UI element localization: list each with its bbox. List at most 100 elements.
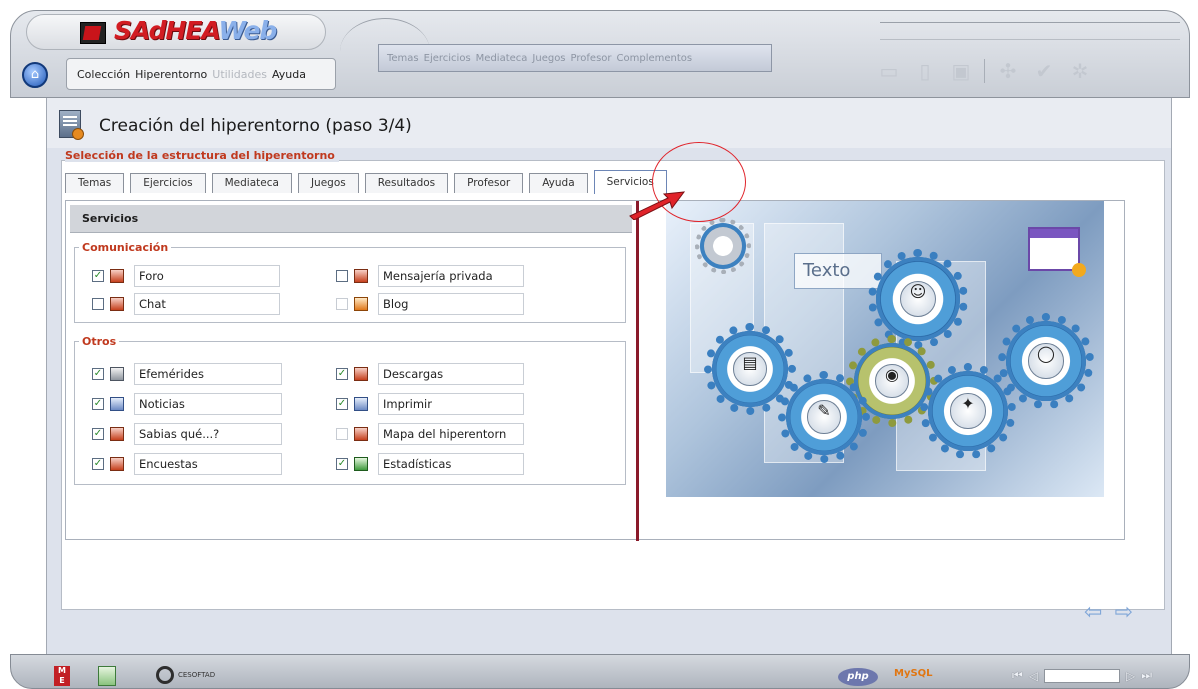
- pager-bar[interactable]: [1044, 668, 1121, 683]
- stats-icon: [354, 457, 368, 471]
- first-page-icon[interactable]: ⏮: [1012, 668, 1023, 683]
- checkbox-mensajeria[interactable]: [336, 270, 348, 282]
- wizard-nav: ⇦ ⇨: [1084, 600, 1133, 625]
- checkbox-noticias[interactable]: ✓: [92, 398, 104, 410]
- tab-resultados[interactable]: Resultados: [364, 173, 449, 193]
- last-page-icon[interactable]: ⏭: [1141, 668, 1152, 683]
- arrow-right-icon[interactable]: ⇨: [1114, 600, 1132, 625]
- download-icon: [354, 367, 368, 381]
- tab-juegos[interactable]: Juegos: [297, 173, 359, 193]
- settings-icon[interactable]: ✣: [991, 55, 1025, 87]
- label-estadisticas: Estadísticas: [378, 453, 524, 475]
- save-icon[interactable]: ▣: [944, 55, 978, 87]
- arrow-left-icon[interactable]: ⇦: [1084, 600, 1102, 625]
- menu-center-complementos: Complementos: [616, 52, 693, 64]
- message-icon: [354, 269, 368, 283]
- forum-icon: [110, 269, 124, 283]
- menu-item-utilidades: Utilidades: [212, 67, 268, 81]
- menu-item-coleccion[interactable]: Colección: [77, 68, 130, 81]
- service-estadisticas: ✓ Estadísticas: [336, 453, 524, 475]
- ring-icon: ◯: [1028, 343, 1064, 379]
- tab-mediateca[interactable]: Mediateca: [211, 173, 292, 193]
- title-bar: Creación del hiperentorno (paso 3/4): [47, 98, 1171, 148]
- wizard-icon: [59, 110, 84, 140]
- tab-ejercicios[interactable]: Ejercicios: [130, 173, 206, 193]
- print-icon: [354, 397, 368, 411]
- next-page-icon[interactable]: ▷: [1126, 669, 1135, 683]
- checkbox-encuestas[interactable]: ✓: [92, 458, 104, 470]
- label-descargas: Descargas: [378, 363, 524, 385]
- mysql-logo: MySQL: [894, 668, 933, 679]
- open-icon[interactable]: ▯: [908, 55, 942, 87]
- menu-item-hiperentorno[interactable]: Hiperentorno: [135, 68, 207, 81]
- structure-menu: Temas Ejercicios Mediateca Juegos Profes…: [378, 44, 772, 72]
- book-icon: ▤: [733, 352, 767, 386]
- checkbox-sabias[interactable]: ✓: [92, 428, 104, 440]
- gear-icon: [695, 218, 751, 274]
- map-icon: [354, 427, 368, 441]
- pane-divider: [636, 201, 639, 541]
- service-mensajeria: Mensajería privada: [336, 265, 524, 287]
- services-illustration: Texto ☺ ▤ ◉ ✎ ✦ ◯: [666, 201, 1104, 497]
- service-foro: ✓ Foro: [92, 265, 280, 287]
- tab-ayuda[interactable]: Ayuda: [529, 173, 588, 193]
- cesoftad-label: CESOFTAD: [178, 671, 216, 679]
- services-heading: Servicios: [70, 205, 632, 233]
- checkbox-descargas[interactable]: ✓: [336, 368, 348, 380]
- config-icon[interactable]: ✲: [1063, 55, 1097, 87]
- checkbox-efemerides[interactable]: ✓: [92, 368, 104, 380]
- checkbox-chat[interactable]: [92, 298, 104, 310]
- top-right-bar: [880, 22, 1180, 40]
- label-chat: Chat: [134, 293, 280, 315]
- checkbox-foro[interactable]: ✓: [92, 270, 104, 282]
- main-area: Creación del hiperentorno (paso 3/4) Sel…: [46, 98, 1172, 654]
- menu-item-ayuda[interactable]: Ayuda: [272, 68, 306, 81]
- calendar-icon: [110, 367, 124, 381]
- new-icon[interactable]: ▭: [872, 55, 906, 87]
- illustration-text: Texto: [794, 253, 882, 289]
- service-encuestas: ✓ Encuestas: [92, 453, 282, 475]
- prev-page-icon[interactable]: ◁: [1029, 669, 1038, 683]
- checkbox-imprimir[interactable]: ✓: [336, 398, 348, 410]
- label-blog: Blog: [378, 293, 524, 315]
- ministry-logo: M E: [54, 666, 70, 686]
- label-imprimir: Imprimir: [378, 393, 524, 415]
- tab-content: Servicios Comunicación Otros ✓ Foro Mens…: [65, 200, 1125, 541]
- home-icon[interactable]: ⌂: [22, 62, 48, 88]
- service-sabias: ✓ Sabias qué...?: [92, 423, 282, 445]
- menu-center-mediateca: Mediateca: [475, 52, 528, 64]
- leaf-logo-icon: [98, 666, 116, 686]
- annotation-arrow-icon: [629, 191, 686, 220]
- pencil-gear-icon: ✎: [778, 371, 870, 463]
- puzzle-gear-icon: ✦: [920, 363, 1016, 459]
- checkbox-mapa: [336, 428, 348, 440]
- pencil-icon: ✎: [807, 400, 841, 434]
- toolbar-separator: [984, 59, 985, 83]
- news-icon: [110, 397, 124, 411]
- checkbox-estadisticas[interactable]: ✓: [336, 458, 348, 470]
- legend-comunicacion: Comunicación: [82, 241, 169, 254]
- ring-gear-icon: ◯: [998, 313, 1094, 409]
- check-icon[interactable]: ✔: [1027, 55, 1061, 87]
- blog-icon: [354, 297, 368, 311]
- service-noticias: ✓ Noticias: [92, 393, 282, 415]
- main-menu: Colección Hiperentorno Utilidades Ayuda: [66, 58, 336, 90]
- label-foro: Foro: [134, 265, 280, 287]
- service-imprimir: ✓ Imprimir: [336, 393, 524, 415]
- user-gear-icon: ☺: [868, 249, 968, 349]
- legend-otros: Otros: [82, 335, 117, 348]
- cesoftad-logo: CESOFTAD: [156, 666, 215, 684]
- window-icon: [1028, 227, 1086, 277]
- menu-center-ejercicios: Ejercicios: [423, 52, 471, 64]
- label-mensajeria: Mensajería privada: [378, 265, 524, 287]
- user-icon: ☺: [899, 280, 937, 318]
- tab-profesor[interactable]: Profesor: [454, 173, 524, 193]
- menu-center-juegos: Juegos: [532, 52, 566, 64]
- app-logo: SAdHEAWeb: [114, 16, 277, 45]
- service-blog: Blog: [336, 293, 524, 315]
- tab-bar: Temas Ejercicios Mediateca Juegos Result…: [65, 170, 673, 194]
- app-logo-icon: [80, 22, 106, 44]
- tab-temas[interactable]: Temas: [65, 173, 125, 193]
- label-noticias: Noticias: [134, 393, 282, 415]
- service-descargas: ✓ Descargas: [336, 363, 524, 385]
